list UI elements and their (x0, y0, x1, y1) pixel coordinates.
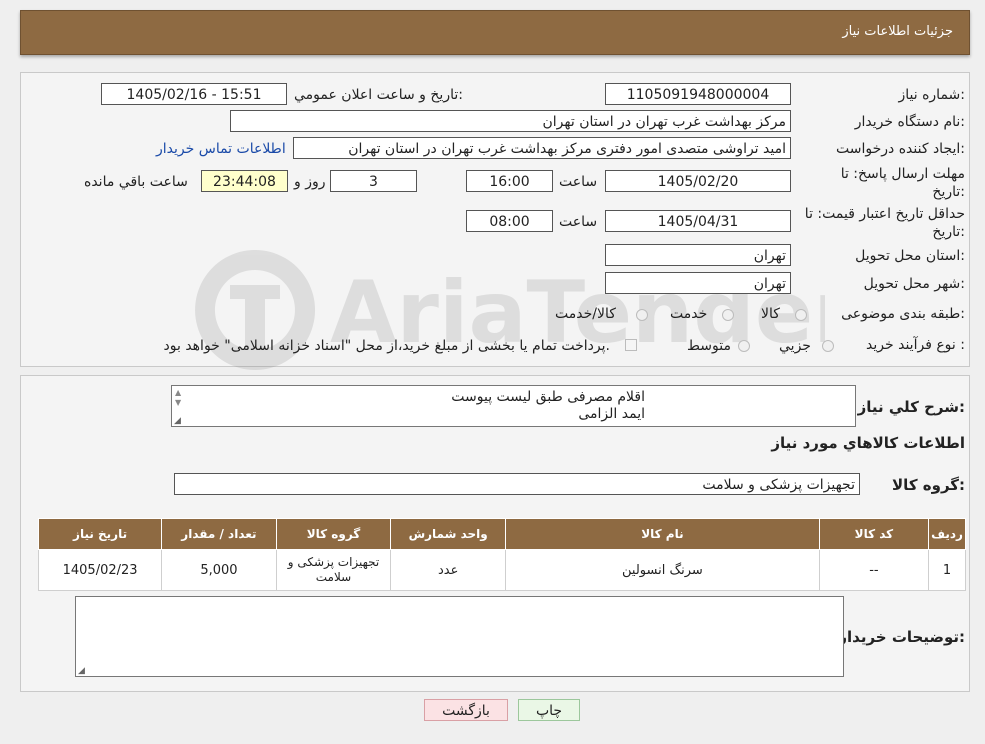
page-title: جزئیات اطلاعات نیاز (842, 24, 953, 39)
category-option-goods-service: کالا/خدمت (555, 306, 616, 322)
cell-quantity: 5,000 (161, 549, 277, 591)
goods-group-label: گروه كالا: (892, 476, 965, 494)
col-quantity: تعداد / مقدار (161, 518, 277, 550)
col-need-date: تاريخ نياز (37, 518, 163, 550)
price-valid-time-label: ساعت (559, 214, 598, 230)
table-row: 1 -- سرنگ انسولین عدد تجهیزات پزشکی و سل… (37, 549, 966, 591)
price-valid-time-field: 08:00 (466, 210, 553, 232)
city-field: تهران (605, 272, 791, 294)
process-option-medium: متوسط (687, 338, 731, 354)
col-goods-name: نام كالا (505, 518, 820, 550)
col-goods-group: گروه كالا (275, 518, 392, 550)
print-button[interactable]: چاپ (518, 699, 580, 721)
goods-table: رديف كد كالا نام كالا واحد شمارش گروه كا… (37, 518, 966, 591)
back-button[interactable]: بازگشت (424, 699, 508, 721)
province-label: استان محل تحویل: (855, 248, 965, 264)
process-radio-medium[interactable] (738, 340, 750, 352)
buyer-contact-link[interactable]: اطلاعات تماس خریدار (156, 141, 286, 157)
description-textarea[interactable]: اقلام مصرفی طبق لیست پیوست ایمد الزامی ▲… (171, 385, 856, 427)
process-label: نوع فرآیند خرید : (866, 337, 965, 353)
deadline-time-label: ساعت (559, 174, 598, 190)
announce-field: 1405/02/16 - 15:51 (101, 83, 287, 105)
table-header-row: رديف كد كالا نام كالا واحد شمارش گروه كا… (37, 518, 966, 550)
col-goods-code: كد كالا (818, 518, 930, 550)
page-header: جزئیات اطلاعات نیاز (20, 10, 970, 55)
category-label: طبقه بندی موضوعی: (841, 306, 965, 322)
announce-label: تاریخ و ساعت اعلان عمومي: (294, 87, 463, 103)
need-number-label: شماره نیاز: (898, 87, 965, 103)
days-label: روز و (294, 174, 326, 190)
deadline-label-date: تاریخ: (932, 184, 965, 200)
category-option-service: خدمت (670, 306, 708, 322)
cell-row-number: 1 (928, 549, 966, 591)
treasury-checkbox[interactable] (625, 339, 637, 351)
price-valid-label: حداقل تاريخ اعتبار قيمت: تا (804, 206, 965, 222)
buyer-org-label: نام دستگاه خريدار: (854, 114, 965, 130)
category-option-goods: کالا (761, 306, 780, 322)
description-label: شرح كلي نياز: (857, 398, 965, 416)
deadline-label: مهلت ارسال پاسخ: تا (840, 166, 965, 182)
cell-goods-code: -- (818, 549, 930, 591)
description-line-1: اقلام مصرفی طبق لیست پیوست (451, 389, 645, 405)
process-radio-minor[interactable] (822, 340, 834, 352)
need-number-field: 1105091948000004 (605, 83, 791, 105)
cell-unit: عدد (390, 549, 507, 591)
resize-grip-icon[interactable]: ◢ (78, 666, 85, 676)
goods-section-title: اطلاعات كالاهاي مورد نياز (771, 434, 965, 452)
category-radio-goods[interactable] (795, 309, 807, 321)
remaining-time-label: ساعت باقي مانده (84, 174, 188, 190)
remaining-time-field: 23:44:08 (201, 170, 288, 192)
buyer-notes-textarea[interactable]: ◢ (75, 596, 844, 677)
city-label: شهر محل تحویل: (863, 276, 965, 292)
col-unit: واحد شمارش (390, 518, 507, 550)
cell-need-date: 1405/02/23 (37, 549, 163, 591)
col-row-number: رديف (928, 518, 966, 550)
description-line-2: ایمد الزامی (578, 406, 645, 422)
deadline-date-field: 1405/02/20 (605, 170, 791, 192)
deadline-time-field: 16:00 (466, 170, 553, 192)
scroll-arrows-icon[interactable]: ▲ ▼ (175, 388, 181, 408)
creator-field: امید تراوشی متصدی امور دفتری مرکز بهداشت… (293, 137, 791, 159)
buyer-org-field: مرکز بهداشت غرب تهران در استان تهران (230, 110, 791, 132)
province-field: تهران (605, 244, 791, 266)
category-radio-service[interactable] (722, 309, 734, 321)
payment-note: پرداخت تمام یا بخشی از مبلغ خرید،از محل … (163, 338, 610, 354)
goods-group-field: تجهیزات پزشکی و سلامت (174, 473, 860, 495)
cell-goods-name: سرنگ انسولین (505, 549, 820, 591)
creator-label: ایجاد کننده درخواست: (836, 141, 965, 157)
price-valid-label-date: تاريخ: (932, 224, 965, 240)
cell-goods-group: تجهیزات پزشکی و سلامت (275, 549, 392, 591)
process-option-minor: جزيي (779, 338, 811, 354)
price-valid-date-field: 1405/04/31 (605, 210, 791, 232)
buyer-notes-label: توضيحات خريدار: (838, 628, 965, 646)
category-radio-goods-service[interactable] (636, 309, 648, 321)
days-field: 3 (330, 170, 417, 192)
resize-grip-icon[interactable]: ◢ (174, 416, 181, 426)
